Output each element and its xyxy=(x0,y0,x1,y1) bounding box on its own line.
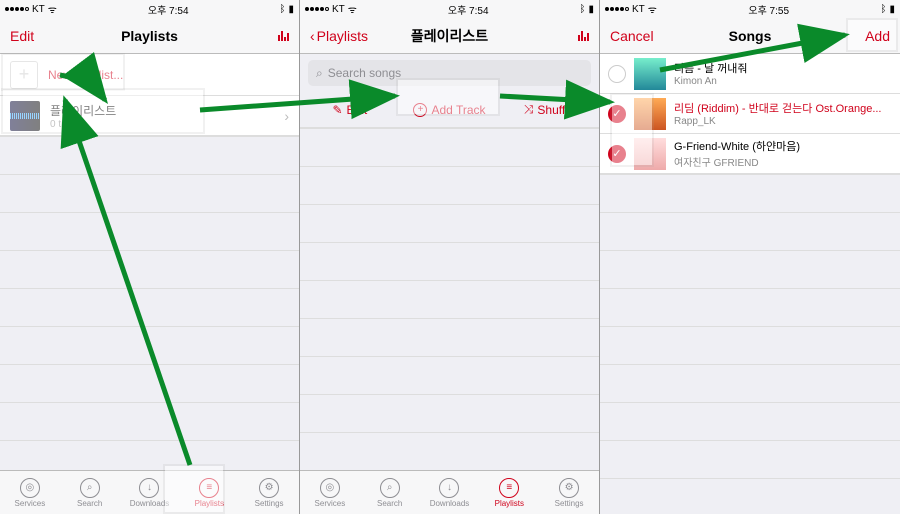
playlist-thumb xyxy=(10,101,40,131)
pencil-icon: ✎ xyxy=(332,103,342,117)
song-row[interactable]: 리듬 - 날 꺼내줘Kimon An xyxy=(600,54,900,94)
nav-bar: Edit Playlists xyxy=(0,18,299,54)
carrier: KT xyxy=(32,4,45,15)
wifi-icon: ᯤ xyxy=(648,2,657,16)
equalizer-icon[interactable] xyxy=(278,31,289,41)
equalizer-icon[interactable] xyxy=(578,31,589,41)
nav-bar: Cancel Songs Add xyxy=(600,18,900,54)
album-thumb xyxy=(634,138,666,170)
status-bar: KTᯤ 오후 7:55 ᛒ▮ xyxy=(600,0,900,18)
playlists-icon: ≡ xyxy=(199,478,219,498)
chevron-right-icon: › xyxy=(284,108,289,124)
battery-icon: ▮ xyxy=(889,4,895,15)
playlist-toolbar: ✎Edit +Add Track ⤨Shuffle xyxy=(300,92,599,128)
playlist-row[interactable]: 플레이리스트 0 tracks › xyxy=(0,96,299,136)
status-bar: KTᯤ 오후 7:54 ᛒ▮ xyxy=(0,0,299,18)
screen-playlists: KTᯤ 오후 7:54 ᛒ▮ Edit Playlists + New Play… xyxy=(0,0,300,514)
back-button[interactable]: ‹Playlists xyxy=(310,28,368,44)
empty-row xyxy=(0,137,299,175)
search-placeholder: Search songs xyxy=(328,66,401,80)
status-bar: KTᯤ 오후 7:54 ᛒ▮ xyxy=(300,0,599,18)
tab-search[interactable]: ⌕Search xyxy=(60,471,120,514)
song-row[interactable]: ✓ G-Friend-White (하얀마음)여자친구 GFRIEND xyxy=(600,134,900,174)
tab-downloads[interactable]: ↓Downloads xyxy=(420,471,480,514)
add-track-button[interactable]: +Add Track xyxy=(400,103,500,117)
plus-icon: + xyxy=(10,61,38,89)
wifi-icon: ᯤ xyxy=(48,2,57,16)
plus-circle-icon: + xyxy=(413,103,427,117)
tab-services[interactable]: ◎Services xyxy=(300,471,360,514)
wifi-icon: ᯤ xyxy=(348,2,357,16)
song-row[interactable]: ✓ 리딤 (Riddim) - 반대로 걷는다 Ost.Orange...Rap… xyxy=(600,94,900,134)
song-artist: Rapp_LK xyxy=(674,116,892,127)
settings-icon: ⚙ xyxy=(259,478,279,498)
battery-icon: ▮ xyxy=(588,4,594,15)
battery-icon: ▮ xyxy=(288,4,294,15)
shuffle-icon: ⤨ xyxy=(524,102,534,117)
chevron-left-icon: ‹ xyxy=(310,28,315,44)
tab-playlists[interactable]: ≡Playlists xyxy=(179,471,239,514)
search-icon: ⌕ xyxy=(80,478,100,498)
tab-downloads[interactable]: ↓Downloads xyxy=(120,471,180,514)
playlist-count: 0 tracks xyxy=(50,119,274,130)
song-artist: Kimon An xyxy=(674,76,892,87)
selection-circle-checked[interactable]: ✓ xyxy=(608,145,626,163)
tab-playlists[interactable]: ≡Playlists xyxy=(479,471,539,514)
tab-settings[interactable]: ⚙Settings xyxy=(539,471,599,514)
search-input[interactable]: ⌕ Search songs xyxy=(308,60,591,86)
services-icon: ◎ xyxy=(20,478,40,498)
song-title: 리딤 (Riddim) - 반대로 걷는다 Ost.Orange... xyxy=(674,100,892,116)
tab-search[interactable]: ⌕Search xyxy=(360,471,420,514)
clock: 오후 7:55 xyxy=(748,2,789,17)
tab-settings[interactable]: ⚙Settings xyxy=(239,471,299,514)
clock: 오후 7:54 xyxy=(148,2,189,17)
playlist-name: 플레이리스트 xyxy=(50,102,274,119)
downloads-icon: ↓ xyxy=(139,478,159,498)
tab-bar: ◎Services ⌕Search ↓Downloads ≡Playlists … xyxy=(300,470,599,514)
album-thumb xyxy=(634,98,666,130)
bluetooth-icon: ᛒ xyxy=(279,4,285,15)
edit-playlist-button[interactable]: ✎Edit xyxy=(300,103,400,117)
screen-playlist-detail: KTᯤ 오후 7:54 ᛒ▮ ‹Playlists 플레이리스트 ⌕Search… xyxy=(300,0,600,514)
tab-services[interactable]: ◎Services xyxy=(0,471,60,514)
song-title: 리듬 - 날 꺼내줘 xyxy=(674,60,892,76)
screen-songs-picker: KTᯤ 오후 7:55 ᛒ▮ Cancel Songs Add 리듬 - 날 꺼… xyxy=(600,0,900,514)
song-title: G-Friend-White (하얀마음) xyxy=(674,138,892,154)
add-button[interactable]: Add xyxy=(865,28,890,44)
cancel-button[interactable]: Cancel xyxy=(610,28,654,44)
selection-circle[interactable] xyxy=(608,65,626,83)
bluetooth-icon: ᛒ xyxy=(880,4,886,15)
search-icon: ⌕ xyxy=(316,66,323,81)
clock: 오후 7:54 xyxy=(448,2,489,17)
song-artist: 여자친구 GFRIEND xyxy=(674,154,892,169)
nav-bar: ‹Playlists 플레이리스트 xyxy=(300,18,599,54)
new-playlist-label: New Playlist... xyxy=(48,68,289,82)
selection-circle-checked[interactable]: ✓ xyxy=(608,105,626,123)
tab-bar: ◎Services ⌕Search ↓Downloads ≡Playlists … xyxy=(0,470,299,514)
page-title: Playlists xyxy=(0,28,299,44)
album-thumb xyxy=(634,58,666,90)
bluetooth-icon: ᛒ xyxy=(579,4,585,15)
edit-button[interactable]: Edit xyxy=(10,28,34,44)
new-playlist-row[interactable]: + New Playlist... xyxy=(0,54,299,96)
shuffle-button[interactable]: ⤨Shuffle xyxy=(499,102,599,117)
